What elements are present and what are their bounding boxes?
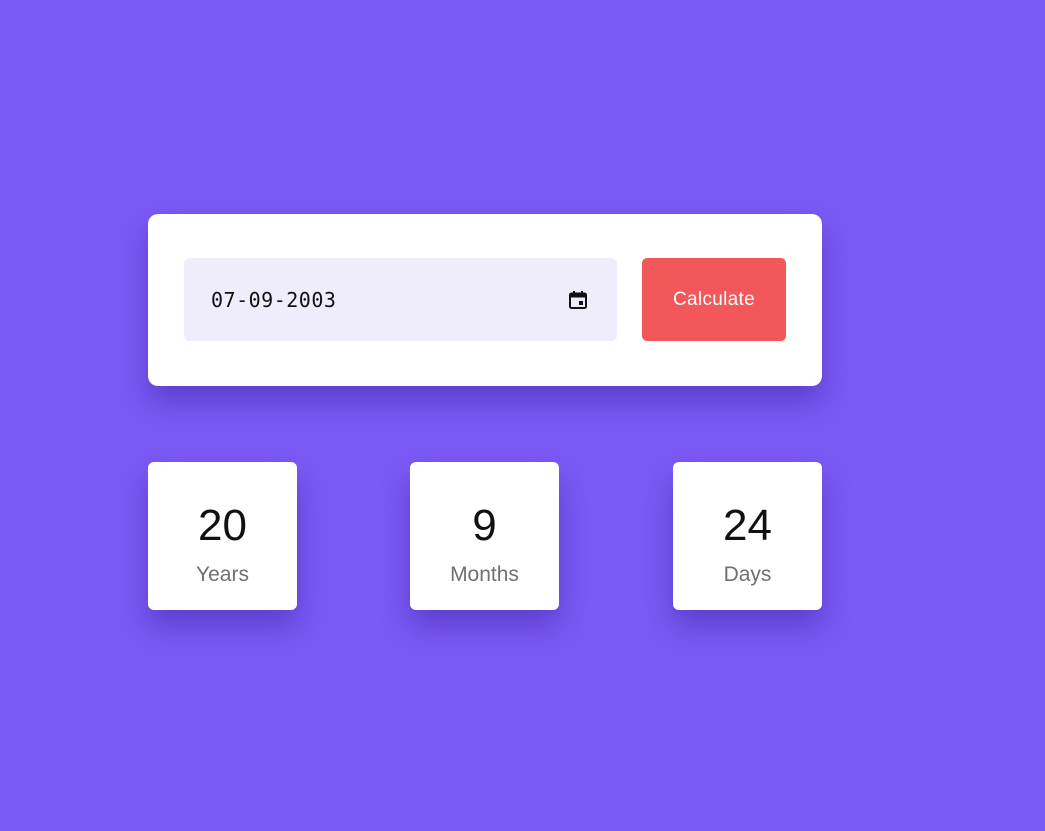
years-label: Years: [196, 563, 249, 586]
years-value: 20: [198, 501, 247, 550]
days-card: 24 Days: [673, 462, 822, 610]
calculate-button[interactable]: Calculate: [642, 258, 786, 341]
days-value: 24: [723, 501, 772, 550]
years-card: 20 Years: [148, 462, 297, 610]
months-label: Months: [450, 563, 519, 586]
months-value: 9: [472, 501, 497, 550]
date-input-card: 07-09-2003 Calculate: [148, 214, 822, 386]
days-label: Days: [723, 563, 772, 586]
date-value-text: 07-09-2003: [211, 288, 337, 312]
birth-date-input[interactable]: 07-09-2003: [184, 258, 617, 341]
calendar-icon[interactable]: [568, 290, 588, 310]
months-card: 9 Months: [410, 462, 559, 610]
